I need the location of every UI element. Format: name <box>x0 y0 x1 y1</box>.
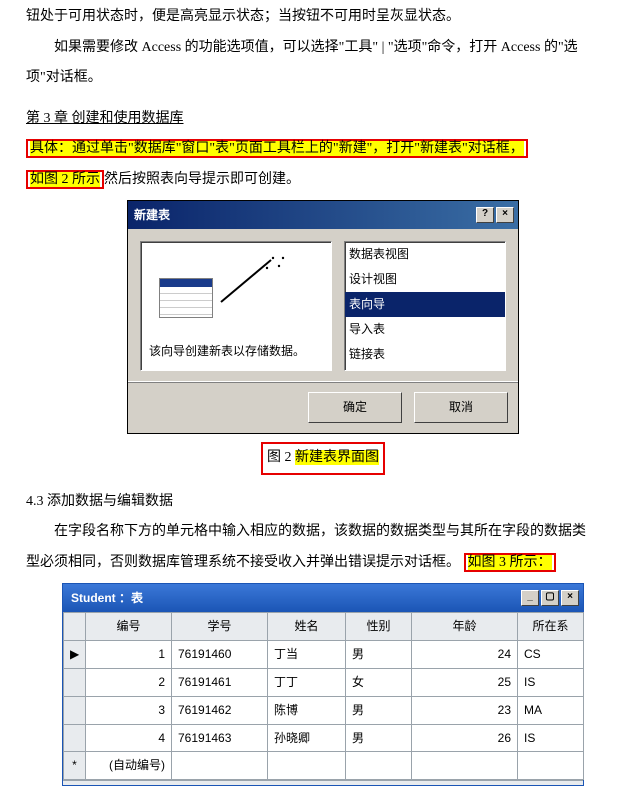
dialog-title-text: 新建表 <box>134 204 170 227</box>
dialog-listbox[interactable]: 数据表视图 设计视图 表向导 导入表 链接表 <box>344 241 506 371</box>
minimize-icon[interactable]: _ <box>521 590 539 606</box>
para-steps-line1: 具体：通过单击"数据库"窗口"表"页面工具栏上的"新建"，打开"新建表"对话框， <box>26 136 620 163</box>
maximize-icon[interactable]: ▢ <box>541 590 559 606</box>
para-steps-line2: 如图 2 所示然后按照表向导提示即可创建。 <box>26 167 620 194</box>
wand-icon <box>211 252 301 312</box>
help-icon[interactable]: ? <box>476 207 494 223</box>
para-43-a: 在字段名称下方的单元格中输入相应的数据，该数据的数据类型与其所在字段的数据类 <box>26 519 620 546</box>
col-header[interactable]: 学号 <box>172 613 268 641</box>
ok-button[interactable]: 确定 <box>308 392 402 423</box>
new-table-dialog: 新建表 ? × 该向导创建新表以存储数据。 <box>127 200 519 435</box>
table-row[interactable]: 2 76191461 丁丁 女 25 IS <box>64 668 584 696</box>
table-icon <box>159 278 213 318</box>
section-4-3-title: 4.3 添加数据与编辑数据 <box>26 489 620 516</box>
dialog-titlebar: 新建表 ? × <box>128 201 518 230</box>
table-row[interactable]: 3 76191462 陈博 男 23 MA <box>64 696 584 724</box>
student-table-window: Student ：表 _ ▢ × 编号 学号 姓名 <box>62 583 584 786</box>
list-item[interactable]: 导入表 <box>345 317 505 342</box>
student-window-title: Student ：表 <box>71 587 143 610</box>
list-item[interactable]: 数据表视图 <box>345 242 505 267</box>
table-row[interactable]: ▶ 1 76191460 丁当 男 24 CS <box>64 641 584 669</box>
dialog-preview-pane: 该向导创建新表以存储数据。 <box>140 241 332 371</box>
record-nav-bar[interactable] <box>63 780 583 785</box>
dialog-help-text: 该向导创建新表以存储数据。 <box>149 340 323 363</box>
close-icon[interactable]: × <box>561 590 579 606</box>
para-options-a: 如果需要修改 Access 的功能选项值，可以选择"工具" | "选项"命令，打… <box>26 35 620 62</box>
col-header[interactable]: 所在系 <box>518 613 584 641</box>
list-item-selected[interactable]: 表向导 <box>345 292 505 317</box>
list-item[interactable]: 设计视图 <box>345 267 505 292</box>
col-header[interactable]: 姓名 <box>268 613 346 641</box>
para-btn-state: 钮处于可用状态时，便是高亮显示状态；当按钮不可用时呈灰显状态。 <box>26 4 620 31</box>
para-43-b: 型必须相同，否则数据库管理系统不接受收入并弹出错误提示对话框。 如图 3 所示： <box>26 550 620 577</box>
col-header[interactable]: 年龄 <box>412 613 518 641</box>
para-options-b: 项"对话框。 <box>26 65 620 92</box>
student-window-titlebar: Student ：表 _ ▢ × <box>63 584 583 613</box>
cancel-button[interactable]: 取消 <box>414 392 508 423</box>
col-header[interactable]: 编号 <box>86 613 172 641</box>
list-item[interactable]: 链接表 <box>345 342 505 367</box>
table-row[interactable]: 4 76191463 孙晓卿 男 26 IS <box>64 724 584 752</box>
chapter-title: 第 3 章 创建和使用数据库 <box>26 106 620 133</box>
figure-2-caption: 图 2 新建表界面图 <box>26 442 620 475</box>
close-icon[interactable]: × <box>496 207 514 223</box>
col-header[interactable]: 性别 <box>346 613 412 641</box>
table-header-row: 编号 学号 姓名 性别 年龄 所在系 <box>64 613 584 641</box>
student-data-table[interactable]: 编号 学号 姓名 性别 年龄 所在系 ▶ 1 76191460 丁当 男 24 <box>63 612 584 780</box>
table-row-new[interactable]: * (自动编号) <box>64 752 584 780</box>
